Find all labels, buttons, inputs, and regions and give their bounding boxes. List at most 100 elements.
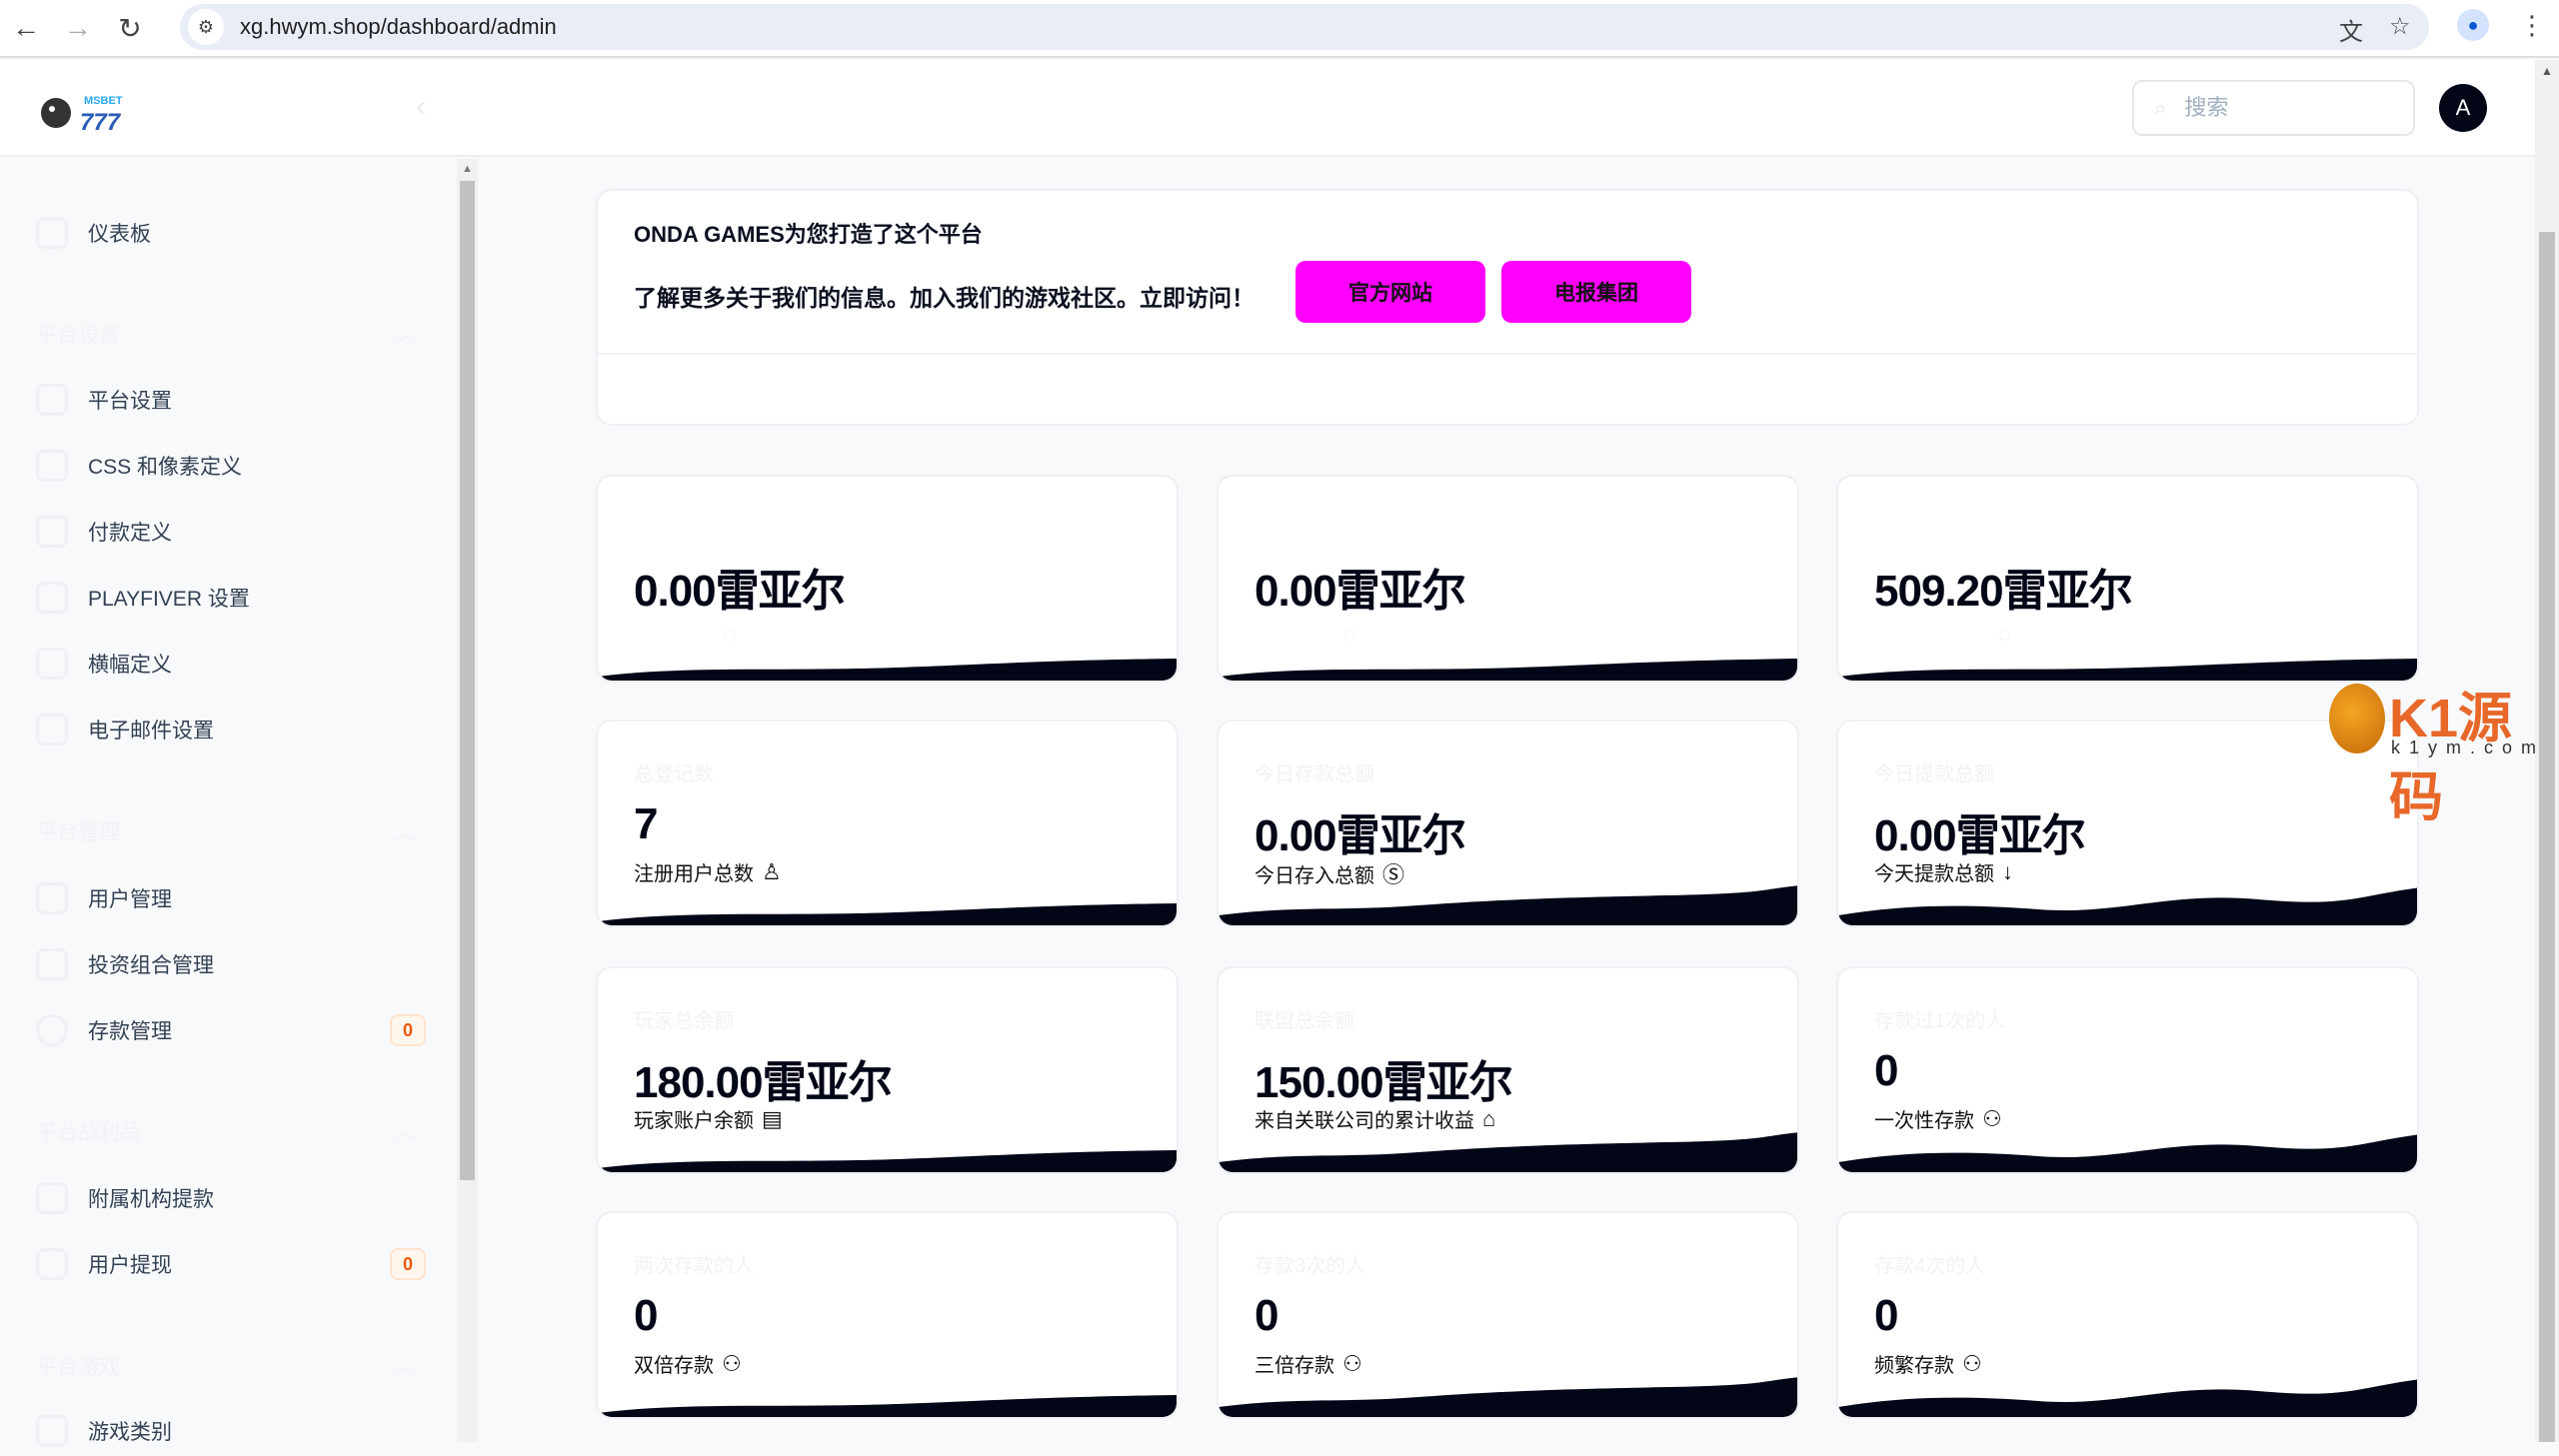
star-icon[interactable]: ☆ [2389, 12, 2411, 41]
chevron-up-icon: ︿ [395, 816, 416, 846]
sidebar: 仪表板 平台设置︿ 平台设置 CSS 和像素定义 付款定义 PLAYFIVER … [0, 159, 457, 1442]
sidebar-item-playfiver[interactable]: PLAYFIVER 设置 [36, 573, 426, 623]
stat-caption: 今日提款总额 [1874, 757, 1994, 786]
scrollbar-thumb[interactable] [460, 181, 475, 1180]
telegram-group-button[interactable]: 电报集团 [1501, 261, 1691, 323]
svg-text:MSBET: MSBET [84, 95, 123, 107]
arrow-down-icon: ↓ [2002, 859, 2013, 885]
chevron-up-icon: ︿ [395, 319, 416, 349]
stat-label: 注册用户总数 [634, 857, 754, 886]
stat-label: 玩家账户余额 [634, 1104, 754, 1133]
mail-icon [36, 714, 68, 745]
count-badge: 0 [390, 1248, 426, 1280]
forward-icon[interactable]: → [52, 12, 104, 44]
sidebar-item-affiliate-withdrawals[interactable]: 附属机构提款 [36, 1173, 426, 1223]
scroll-up-icon: ▲ [462, 163, 473, 175]
count-badge: 0 [390, 1014, 426, 1046]
welcome-banner: ONDA GAMES为您打造了这个平台 了解更多关于我们的信息。加入我们的游戏社… [596, 189, 2419, 426]
url-text[interactable]: xg.hwym.shop/dashboard/admin [240, 14, 557, 40]
watermark: K1源码 k1ym.com [2329, 680, 2539, 759]
sidebar-item-game-categories[interactable]: 游戏类别 [36, 1406, 426, 1456]
person-icon: ♙ [762, 859, 782, 885]
card-icon: ▤ [762, 1106, 783, 1132]
stat-value: 150.00雷亚尔 [1255, 1046, 1512, 1110]
stat-value: 0 [1255, 1291, 1278, 1341]
address-bar[interactable]: ⚙ xg.hwym.shop/dashboard/admin 文 ☆ [180, 4, 2429, 50]
stat-caption: 总登记数 [634, 757, 714, 786]
users-icon: ⚇ [1982, 1106, 2002, 1132]
sidebar-item-users[interactable]: 用户管理 [36, 873, 426, 923]
stat-card: 0.00雷亚尔◌ [1217, 475, 1799, 683]
scrollbar-thumb[interactable] [2539, 232, 2555, 1442]
category-icon [36, 1415, 68, 1447]
sidebar-item-deposits[interactable]: 存款管理0 [36, 1005, 426, 1055]
wave-decoration [1219, 1377, 1799, 1417]
banner-title: ONDA GAMES为您打造了这个平台 [634, 217, 983, 249]
official-website-button[interactable]: 官方网站 [1295, 261, 1485, 323]
sidebar-item-user-withdrawals[interactable]: 用户提现0 [36, 1239, 426, 1289]
sidebar-item-platform-settings[interactable]: 平台设置 [36, 375, 426, 425]
logo: MSBET 777 [40, 90, 130, 136]
sidebar-item-css[interactable]: CSS 和像素定义 [36, 441, 426, 491]
stat-card: 存款3次的人0三倍存款⚇ [1217, 1211, 1799, 1419]
back-icon[interactable]: ← [0, 12, 52, 44]
stat-value: 180.00雷亚尔 [634, 1046, 892, 1110]
stat-label: 频繁存款 [1874, 1349, 1954, 1378]
wave-decoration [598, 1377, 1179, 1417]
divider [598, 353, 2417, 355]
wave-decoration [1838, 1132, 2419, 1172]
svg-text:777: 777 [80, 109, 122, 136]
wave-decoration [1838, 885, 2419, 925]
wave-decoration [598, 885, 1179, 925]
site-settings-icon[interactable]: ⚙ [188, 9, 224, 45]
stat-caption: 今日存款总额 [1255, 757, 1374, 786]
sidebar-section[interactable]: 平台战利品︿ [36, 1116, 416, 1146]
stat-label: 双倍存款 [634, 1349, 714, 1378]
sidebar-section[interactable]: 平台设置︿ [36, 319, 416, 349]
dollar-icon [36, 1014, 68, 1046]
sidebar-item-payment[interactable]: 付款定义 [36, 507, 426, 557]
translate-icon[interactable]: 文 [2339, 12, 2363, 47]
wave-decoration [1219, 885, 1799, 925]
sidebar-section[interactable]: 平台游戏︿ [36, 1351, 416, 1381]
sidebar-item-banners[interactable]: 横幅定义 [36, 639, 426, 689]
stat-caption: 存款过1次的人 [1874, 1004, 2005, 1033]
scroll-up-icon: ▲ [2541, 64, 2553, 78]
collapse-sidebar-icon[interactable]: ‹ [416, 90, 426, 124]
app-header: MSBET 777 ‹ ⌕ A [0, 60, 2535, 157]
gear-icon [36, 384, 68, 416]
wave-decoration [1219, 641, 1799, 681]
sidebar-item-email[interactable]: 电子邮件设置 [36, 705, 426, 754]
users-icon [36, 882, 68, 914]
stat-caption: 两次存款的人 [634, 1249, 754, 1278]
users-icon: ⚇ [1342, 1351, 1362, 1377]
menu-icon[interactable]: ⋮ [2519, 10, 2545, 41]
profile-icon[interactable]: ● [2457, 9, 2489, 41]
stat-label: 今天提款总额 [1874, 857, 1994, 886]
banner-text: 了解更多关于我们的信息。加入我们的游戏社区。立即访问！ [634, 279, 1255, 313]
stat-value: 0 [1874, 1046, 1897, 1096]
stat-card: 两次存款的人0双倍存款⚇ [596, 1211, 1179, 1419]
sidebar-item-wallets[interactable]: 投资组合管理 [36, 939, 426, 989]
cash-icon [36, 1248, 68, 1280]
stat-card: 联盟总余额150.00雷亚尔来自关联公司的累计收益⌂ [1217, 966, 1799, 1174]
stat-label: 今日存入总额 [1255, 859, 1374, 888]
stat-card: 存款4次的人0频繁存款⚇ [1836, 1211, 2419, 1419]
stat-label: 三倍存款 [1255, 1349, 1334, 1378]
chip-icon [36, 582, 68, 614]
sidebar-section[interactable]: 平台管理︿ [36, 816, 416, 846]
browser-toolbar: ← → ↻ ⚙ xg.hwym.shop/dashboard/admin 文 ☆… [0, 0, 2559, 58]
banner-icon [36, 648, 68, 680]
search-icon: ⌕ [2154, 95, 2166, 121]
stat-card: 玩家总余额180.00雷亚尔玩家账户余额▤ [596, 966, 1179, 1174]
sidebar-scrollbar[interactable]: ▲ [457, 159, 478, 1442]
wave-decoration [1838, 641, 2419, 681]
watermark-logo-icon [2329, 684, 2385, 753]
search-box[interactable]: ⌕ [2132, 80, 2415, 136]
avatar[interactable]: A [2439, 84, 2487, 132]
stat-value: 7 [634, 799, 657, 849]
reload-icon[interactable]: ↻ [104, 12, 156, 45]
search-input[interactable] [2184, 95, 2384, 121]
users-icon: ⚇ [722, 1351, 742, 1377]
sidebar-item-dashboard[interactable]: 仪表板 [36, 208, 426, 258]
